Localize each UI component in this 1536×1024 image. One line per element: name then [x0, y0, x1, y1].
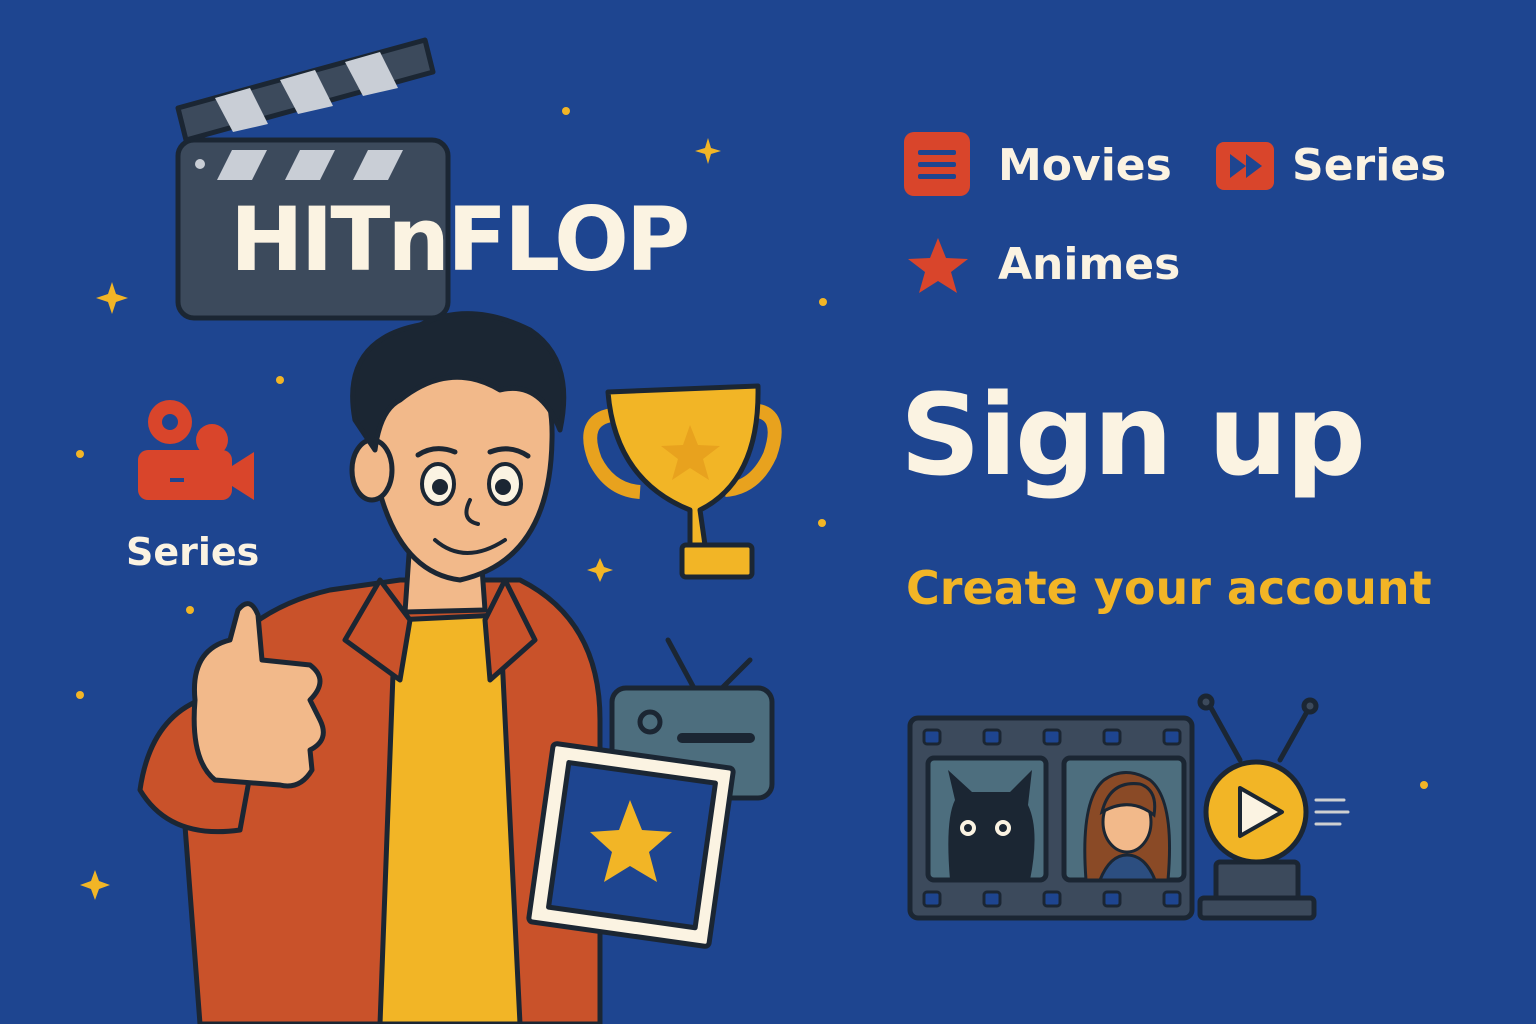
- film-strip-illustration: [907, 693, 1350, 921]
- person-portrait-icon: [1083, 771, 1171, 882]
